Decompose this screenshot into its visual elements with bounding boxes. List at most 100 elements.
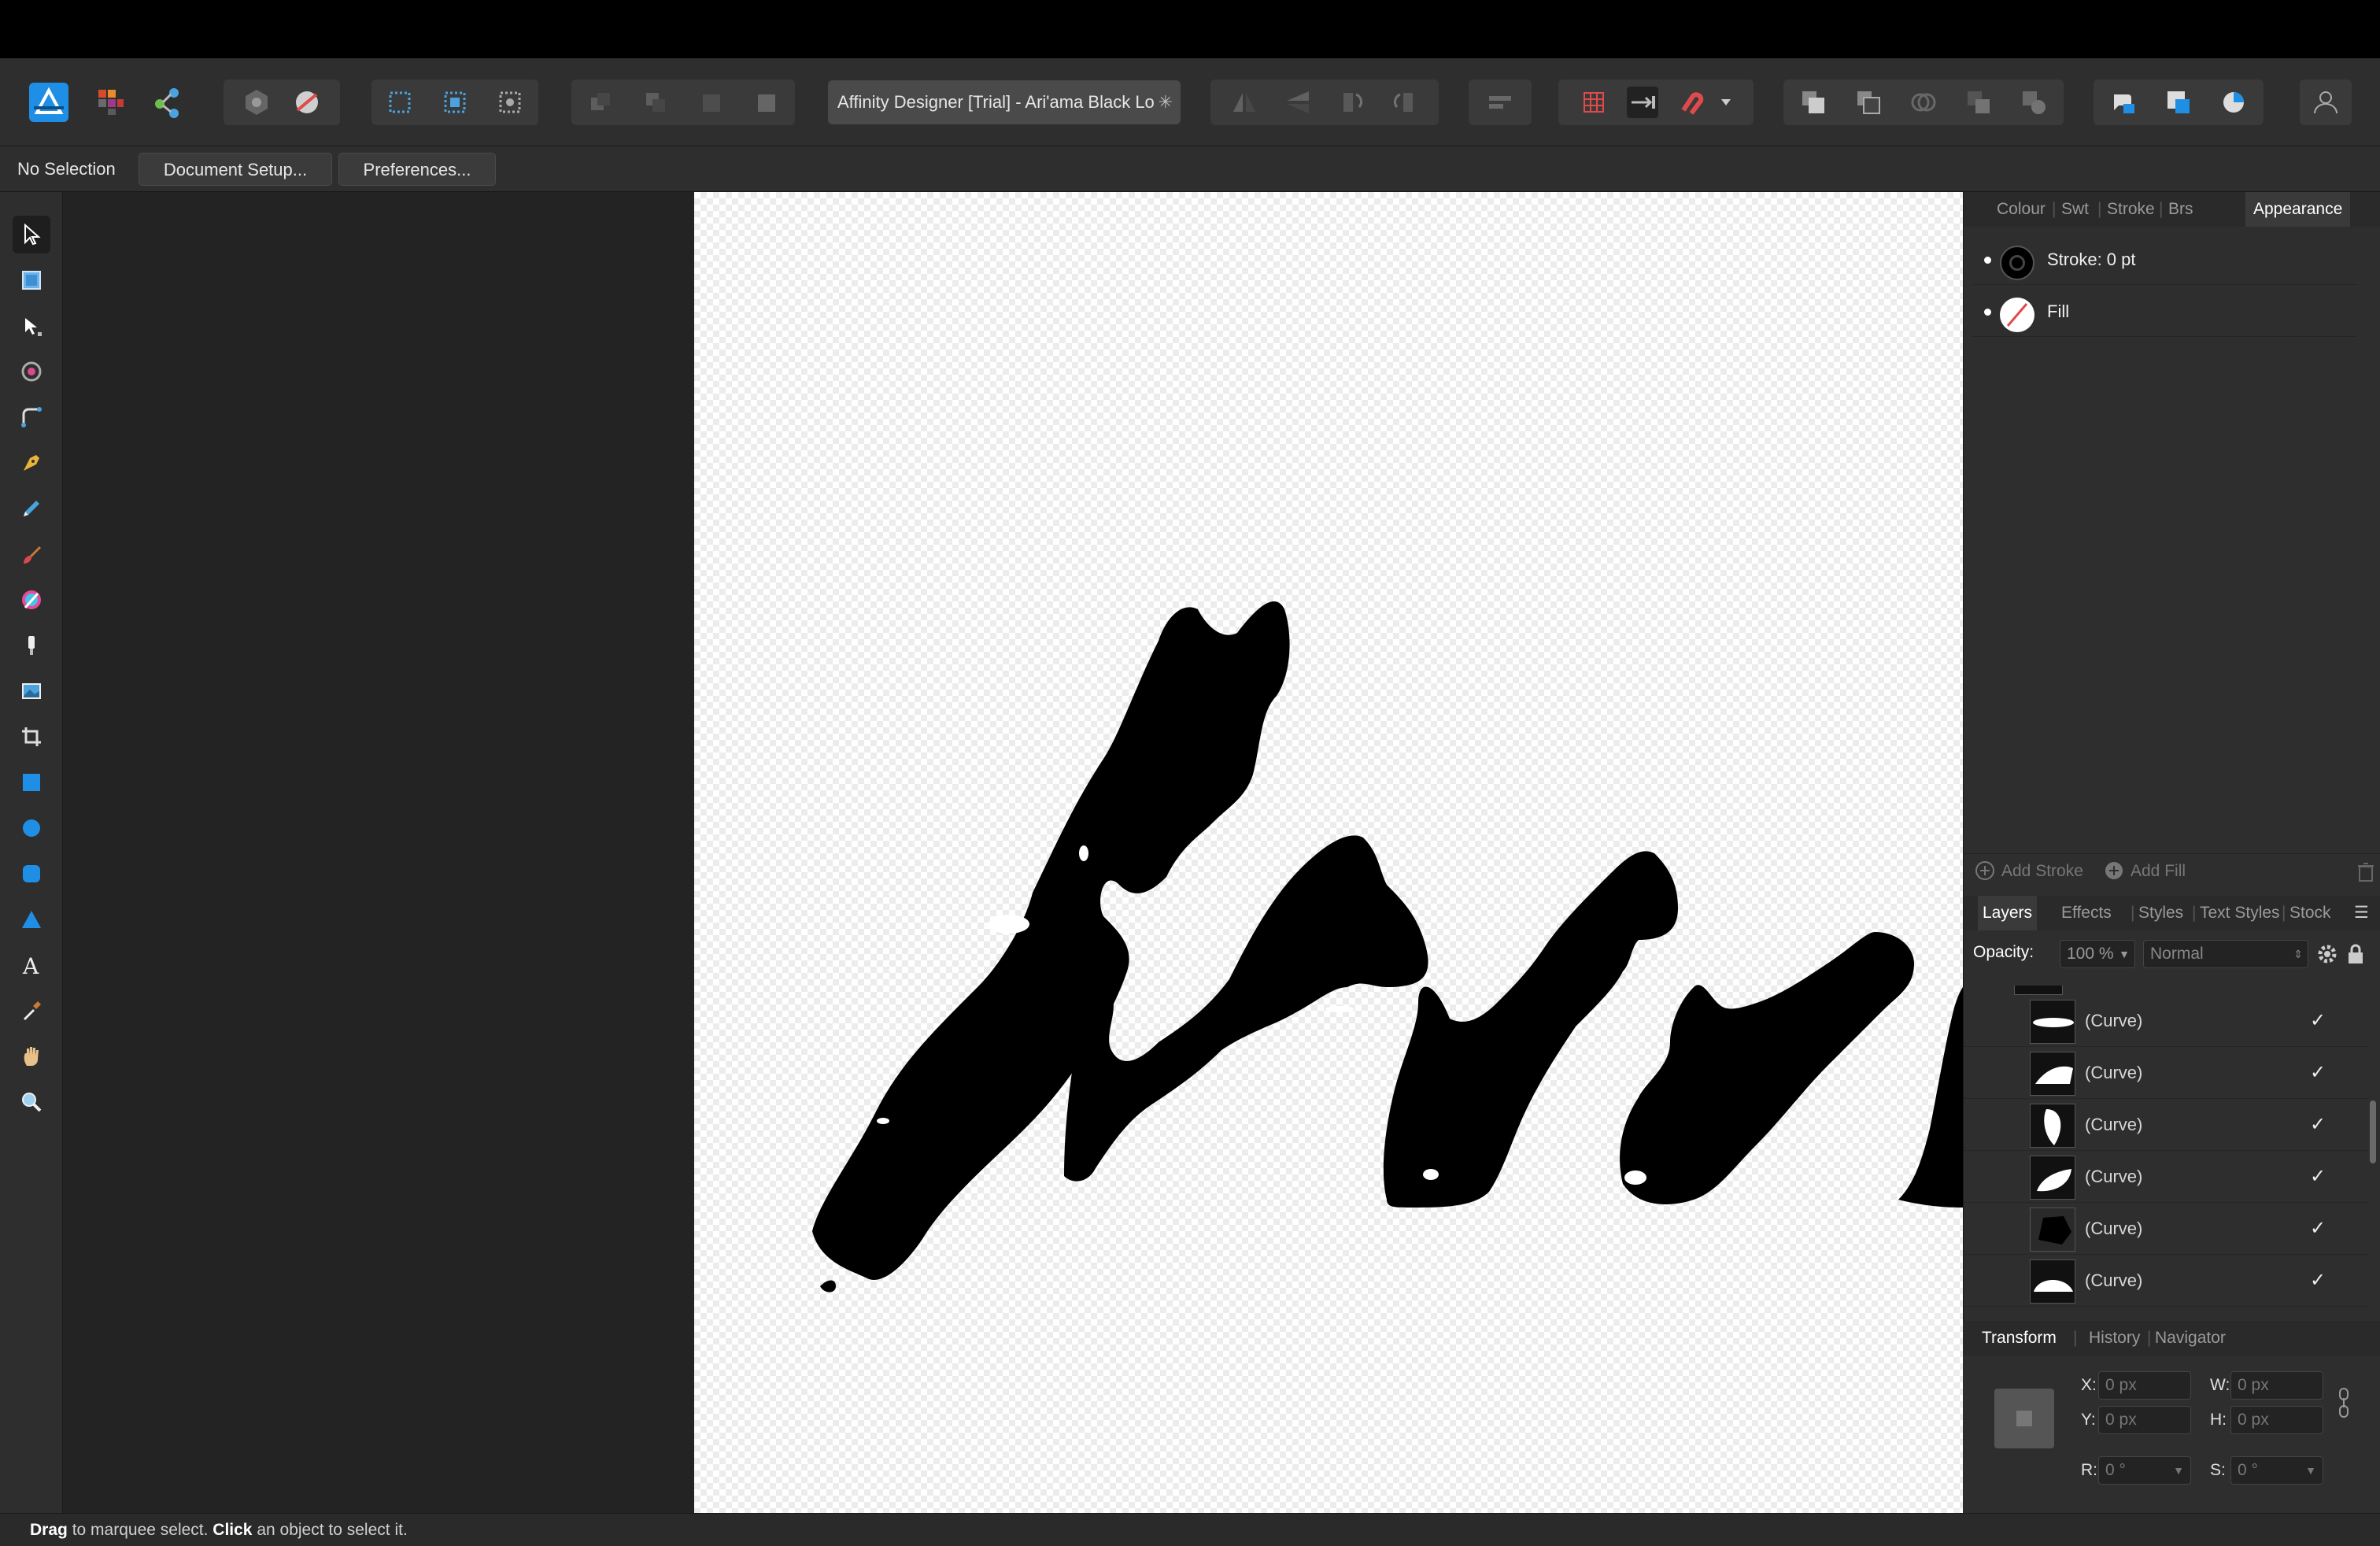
boolean-xor-icon[interactable] xyxy=(1963,87,1994,118)
transparency-tool-icon[interactable] xyxy=(13,627,50,664)
flip-vertical-icon[interactable] xyxy=(1282,87,1314,118)
rotate-right-icon[interactable] xyxy=(1389,87,1421,118)
move-to-back-icon[interactable] xyxy=(585,87,616,118)
visibility-dot[interactable] xyxy=(1984,309,1991,316)
layer-row[interactable]: (Curve) ✓ xyxy=(1964,1151,2368,1203)
tab-effects[interactable]: Effects xyxy=(2061,896,2112,930)
layer-row[interactable]: (Curve) ✓ xyxy=(1964,1047,2368,1099)
pixel-persona-icon[interactable] xyxy=(88,80,134,125)
stroke-swatch[interactable] xyxy=(2000,246,2034,280)
rounded-rectangle-tool-icon[interactable] xyxy=(13,855,50,893)
x-field[interactable]: 0 px xyxy=(2098,1371,2191,1400)
shear-field[interactable]: 0 ° ▼ xyxy=(2230,1456,2323,1485)
gear-icon[interactable] xyxy=(2316,943,2338,969)
tab-stock[interactable]: Stock xyxy=(2289,896,2331,930)
add-fill-icon[interactable] xyxy=(2104,860,2124,886)
rotation-field[interactable]: 0 ° ▼ xyxy=(2098,1456,2191,1485)
lock-icon[interactable] xyxy=(2346,943,2365,969)
boolean-divide-icon[interactable] xyxy=(2018,87,2049,118)
pencil-tool-icon[interactable] xyxy=(13,490,50,527)
invert-selection-icon[interactable] xyxy=(494,87,526,118)
y-field[interactable]: 0 px xyxy=(2098,1406,2191,1434)
artboard-tool-icon[interactable] xyxy=(13,261,50,299)
fill-tool-icon[interactable] xyxy=(13,581,50,619)
add-fill-button[interactable]: Add Fill xyxy=(2131,854,2186,889)
appearance-fill-row[interactable]: Fill xyxy=(1972,287,2357,337)
vector-brush-tool-icon[interactable] xyxy=(13,535,50,573)
layer-row[interactable]: (Curve) ✓ xyxy=(1964,1203,2368,1255)
tab-text-styles[interactable]: Text Styles xyxy=(2200,896,2280,930)
no-fill-swatch-icon[interactable] xyxy=(2000,298,2034,332)
crop-tool-icon[interactable] xyxy=(13,718,50,756)
rotate-left-icon[interactable] xyxy=(1336,87,1367,118)
zoom-tool-icon[interactable] xyxy=(13,1083,50,1121)
visibility-dot[interactable] xyxy=(1984,257,1991,264)
visibility-checkbox[interactable]: ✓ xyxy=(2310,1203,2326,1255)
tab-transform[interactable]: Transform xyxy=(1977,1321,2061,1356)
snapping-magnet-icon[interactable] xyxy=(1676,87,1707,118)
export-persona-icon[interactable] xyxy=(145,80,190,125)
view-tool-hand-icon[interactable] xyxy=(13,1037,50,1075)
preferences-button[interactable]: Preferences... xyxy=(338,153,496,186)
artwork-letterforms[interactable] xyxy=(694,192,1963,1513)
flip-horizontal-icon[interactable] xyxy=(1229,87,1260,118)
add-stroke-icon[interactable] xyxy=(1975,860,1995,886)
tab-swatches[interactable]: Swt xyxy=(2061,192,2089,227)
layers-scrollbar[interactable] xyxy=(2370,1100,2376,1163)
ellipse-tool-icon[interactable] xyxy=(13,809,50,847)
add-stroke-button[interactable]: Add Stroke xyxy=(2001,854,2083,889)
appearance-stroke-row[interactable]: Stroke: 0 pt xyxy=(1972,235,2357,285)
tab-layers[interactable]: Layers xyxy=(1978,896,2038,930)
visibility-checkbox[interactable]: ✓ xyxy=(2310,1099,2326,1151)
document-setup-button[interactable]: Document Setup... xyxy=(139,153,332,186)
tab-stroke[interactable]: Stroke xyxy=(2107,192,2155,227)
layer-row[interactable]: (Curve) ✓ xyxy=(1964,1255,2368,1307)
layer-row[interactable]: (Curve) ✓ xyxy=(1964,1099,2368,1151)
boolean-add-icon[interactable] xyxy=(1798,87,1829,118)
force-pixel-alignment-icon[interactable] xyxy=(1627,87,1658,118)
boolean-intersect-icon[interactable] xyxy=(1908,87,1939,118)
visibility-checkbox[interactable]: ✓ xyxy=(2310,1255,2326,1307)
artistic-text-tool-icon[interactable]: A xyxy=(13,946,50,984)
visibility-checkbox[interactable]: ✓ xyxy=(2310,995,2326,1047)
snapping-persona-icon[interactable] xyxy=(291,87,323,118)
corner-tool-icon[interactable] xyxy=(13,398,50,436)
tab-appearance[interactable]: Appearance xyxy=(2245,192,2351,227)
triangle-tool-icon[interactable] xyxy=(13,901,50,938)
pen-tool-icon[interactable] xyxy=(13,444,50,482)
align-button[interactable] xyxy=(1469,80,1532,125)
move-back-one-icon[interactable] xyxy=(640,87,671,118)
link-proportions-icon[interactable] xyxy=(2338,1387,2350,1422)
tab-history[interactable]: History xyxy=(2089,1321,2140,1356)
select-all-icon[interactable] xyxy=(384,87,416,118)
insert-behind-icon[interactable] xyxy=(2108,87,2139,118)
tab-colour[interactable]: Colour xyxy=(1997,192,2046,227)
tab-brushes[interactable]: Brs xyxy=(2168,192,2193,227)
move-forward-one-icon[interactable] xyxy=(695,87,726,118)
blend-mode-select[interactable]: Normal ⇕ xyxy=(2143,940,2308,968)
visibility-checkbox[interactable]: ✓ xyxy=(2310,1047,2326,1099)
boolean-subtract-icon[interactable] xyxy=(1853,87,1884,118)
opacity-field[interactable]: 100 % ▼ xyxy=(2060,940,2135,968)
designer-persona-icon[interactable] xyxy=(24,80,74,125)
rectangle-tool-icon[interactable] xyxy=(13,764,50,801)
anchor-selector[interactable] xyxy=(1994,1389,2054,1448)
canvas[interactable] xyxy=(694,192,1963,1513)
chevron-down-icon[interactable] xyxy=(1718,94,1734,110)
point-transform-tool-icon[interactable] xyxy=(13,353,50,390)
layer-row[interactable]: (Curve) ✓ xyxy=(1964,995,2368,1047)
panel-menu-icon[interactable]: ☰ xyxy=(2354,896,2369,930)
assistant-icon[interactable] xyxy=(241,87,272,118)
account-button[interactable] xyxy=(2300,80,2352,125)
insert-inside-icon[interactable] xyxy=(2163,87,2194,118)
move-tool-icon[interactable] xyxy=(13,216,50,253)
visibility-checkbox[interactable]: ✓ xyxy=(2310,1151,2326,1203)
color-picker-tool-icon[interactable] xyxy=(13,992,50,1030)
move-to-front-icon[interactable] xyxy=(750,87,782,118)
delete-icon[interactable] xyxy=(2357,862,2374,887)
h-field[interactable]: 0 px xyxy=(2230,1406,2323,1434)
tab-styles[interactable]: Styles xyxy=(2138,896,2183,930)
w-field[interactable]: 0 px xyxy=(2230,1371,2323,1400)
deselect-icon[interactable] xyxy=(439,87,471,118)
place-image-tool-icon[interactable] xyxy=(13,672,50,710)
